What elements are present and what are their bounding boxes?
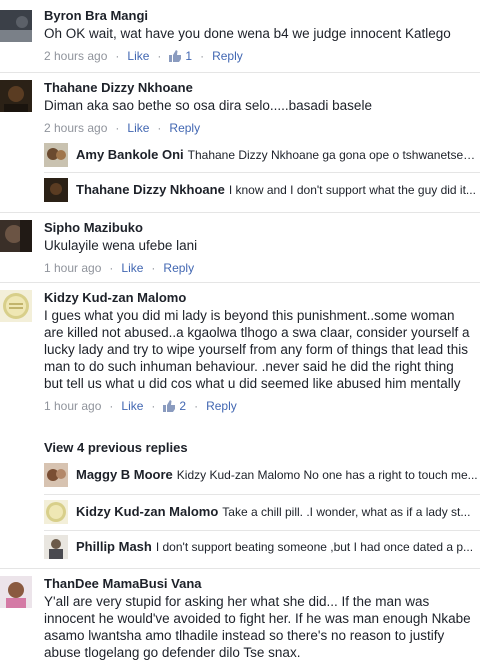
reply-author[interactable]: Thahane Dizzy Nkhoane — [76, 182, 225, 197]
comment-meta: 1 hour ago · Like · Reply — [44, 261, 195, 275]
reply-author[interactable]: Kidzy Kud-zan Malomo — [76, 504, 218, 519]
thumbs-up-icon — [163, 400, 176, 416]
reply-content: Thahane Dizzy Nkhoane I know and I don't … — [76, 181, 478, 199]
comment-author[interactable]: Thahane Dizzy Nkhoane — [44, 80, 474, 96]
timestamp[interactable]: 2 hours ago — [44, 121, 107, 135]
timestamp[interactable]: 1 hour ago — [44, 399, 101, 413]
view-previous-replies-link[interactable]: View 4 previous replies — [44, 440, 188, 456]
avatar[interactable] — [0, 290, 32, 322]
reply-text: Kidzy Kud-zan Malomo No one has a right … — [176, 468, 478, 482]
reply-text: Take a chill pill. .I wonder, what as if… — [222, 505, 471, 519]
divider — [0, 212, 480, 213]
reply-text: I don't support beating someone ,but I h… — [155, 540, 474, 554]
reply-item: Maggy B Moore Kidzy Kud-zan Malomo No one… — [44, 463, 480, 489]
reply-button[interactable]: Reply — [169, 121, 200, 135]
divider — [0, 72, 480, 73]
comment-text: Diman aka sao bethe so osa dira selo....… — [44, 98, 372, 113]
comment-author[interactable]: Byron Bra Mangi — [44, 8, 474, 24]
reply-content: Phillip Mash I don't support beating some… — [76, 538, 478, 556]
reply-text: I know and I don't support what the guy … — [228, 183, 476, 197]
avatar[interactable] — [0, 80, 32, 112]
like-count[interactable]: 2 — [179, 399, 186, 413]
divider — [0, 282, 480, 283]
comment-meta: 1 hour ago · Like · 2 · Reply — [44, 398, 474, 416]
reply-item: Thahane Dizzy Nkhoane I know and I don't … — [44, 178, 480, 204]
avatar[interactable] — [0, 576, 32, 608]
divider — [44, 172, 480, 173]
like-count[interactable]: 1 — [185, 49, 192, 63]
comment-author[interactable]: Kidzy Kud-zan Malomo — [44, 290, 474, 306]
reply-author[interactable]: Phillip Mash — [76, 539, 152, 554]
reply-item: Phillip Mash I don't support beating some… — [44, 535, 480, 561]
avatar[interactable] — [44, 178, 68, 202]
reply-item: Kidzy Kud-zan Malomo Take a chill pill. .… — [44, 500, 480, 526]
comment-meta: 2 hours ago · Like · 1 · Reply — [44, 48, 474, 66]
divider — [44, 530, 480, 531]
comment-author[interactable]: Sipho Mazibuko — [44, 220, 474, 236]
reply-content: Amy Bankole Oni Thahane Dizzy Nkhoane ga … — [76, 146, 478, 164]
like-button[interactable]: Like — [121, 261, 143, 275]
divider — [44, 494, 480, 495]
comment-author[interactable]: ThanDee MamaBusi Vana — [44, 576, 474, 592]
comment-meta: 2 hours ago · Like · Reply — [44, 121, 201, 135]
reply-content: Maggy B Moore Kidzy Kud-zan Malomo No one… — [76, 466, 478, 484]
timestamp[interactable]: 1 hour ago — [44, 261, 101, 275]
comment-text: Oh OK wait, wat have you done wena b4 we… — [44, 26, 451, 41]
comment-text: Y'all are very stupid for asking her wha… — [44, 594, 471, 660]
like-button[interactable]: Like — [121, 399, 143, 413]
reply-button[interactable]: Reply — [206, 399, 237, 413]
avatar[interactable] — [44, 143, 68, 167]
avatar[interactable] — [0, 220, 32, 252]
divider — [0, 568, 480, 569]
avatar[interactable] — [44, 463, 68, 487]
reply-item: Amy Bankole Oni Thahane Dizzy Nkhoane ga … — [44, 143, 480, 169]
timestamp[interactable]: 2 hours ago — [44, 49, 107, 63]
avatar[interactable] — [44, 500, 68, 524]
avatar[interactable] — [0, 10, 32, 42]
reply-author[interactable]: Maggy B Moore — [76, 467, 173, 482]
reply-content: Kidzy Kud-zan Malomo Take a chill pill. .… — [76, 503, 478, 521]
reply-text: Thahane Dizzy Nkhoane ga gona ope o tshw… — [187, 148, 478, 162]
avatar[interactable] — [44, 535, 68, 559]
reply-button[interactable]: Reply — [163, 261, 194, 275]
comment-text: Ukulayile wena ufebe lani — [44, 238, 198, 253]
like-button[interactable]: Like — [127, 49, 149, 63]
like-button[interactable]: Like — [127, 121, 149, 135]
thumbs-up-icon — [169, 50, 182, 66]
comment-text: I gues what you did mi lady is beyond th… — [44, 308, 470, 391]
reply-author[interactable]: Amy Bankole Oni — [76, 147, 184, 162]
reply-button[interactable]: Reply — [212, 49, 243, 63]
